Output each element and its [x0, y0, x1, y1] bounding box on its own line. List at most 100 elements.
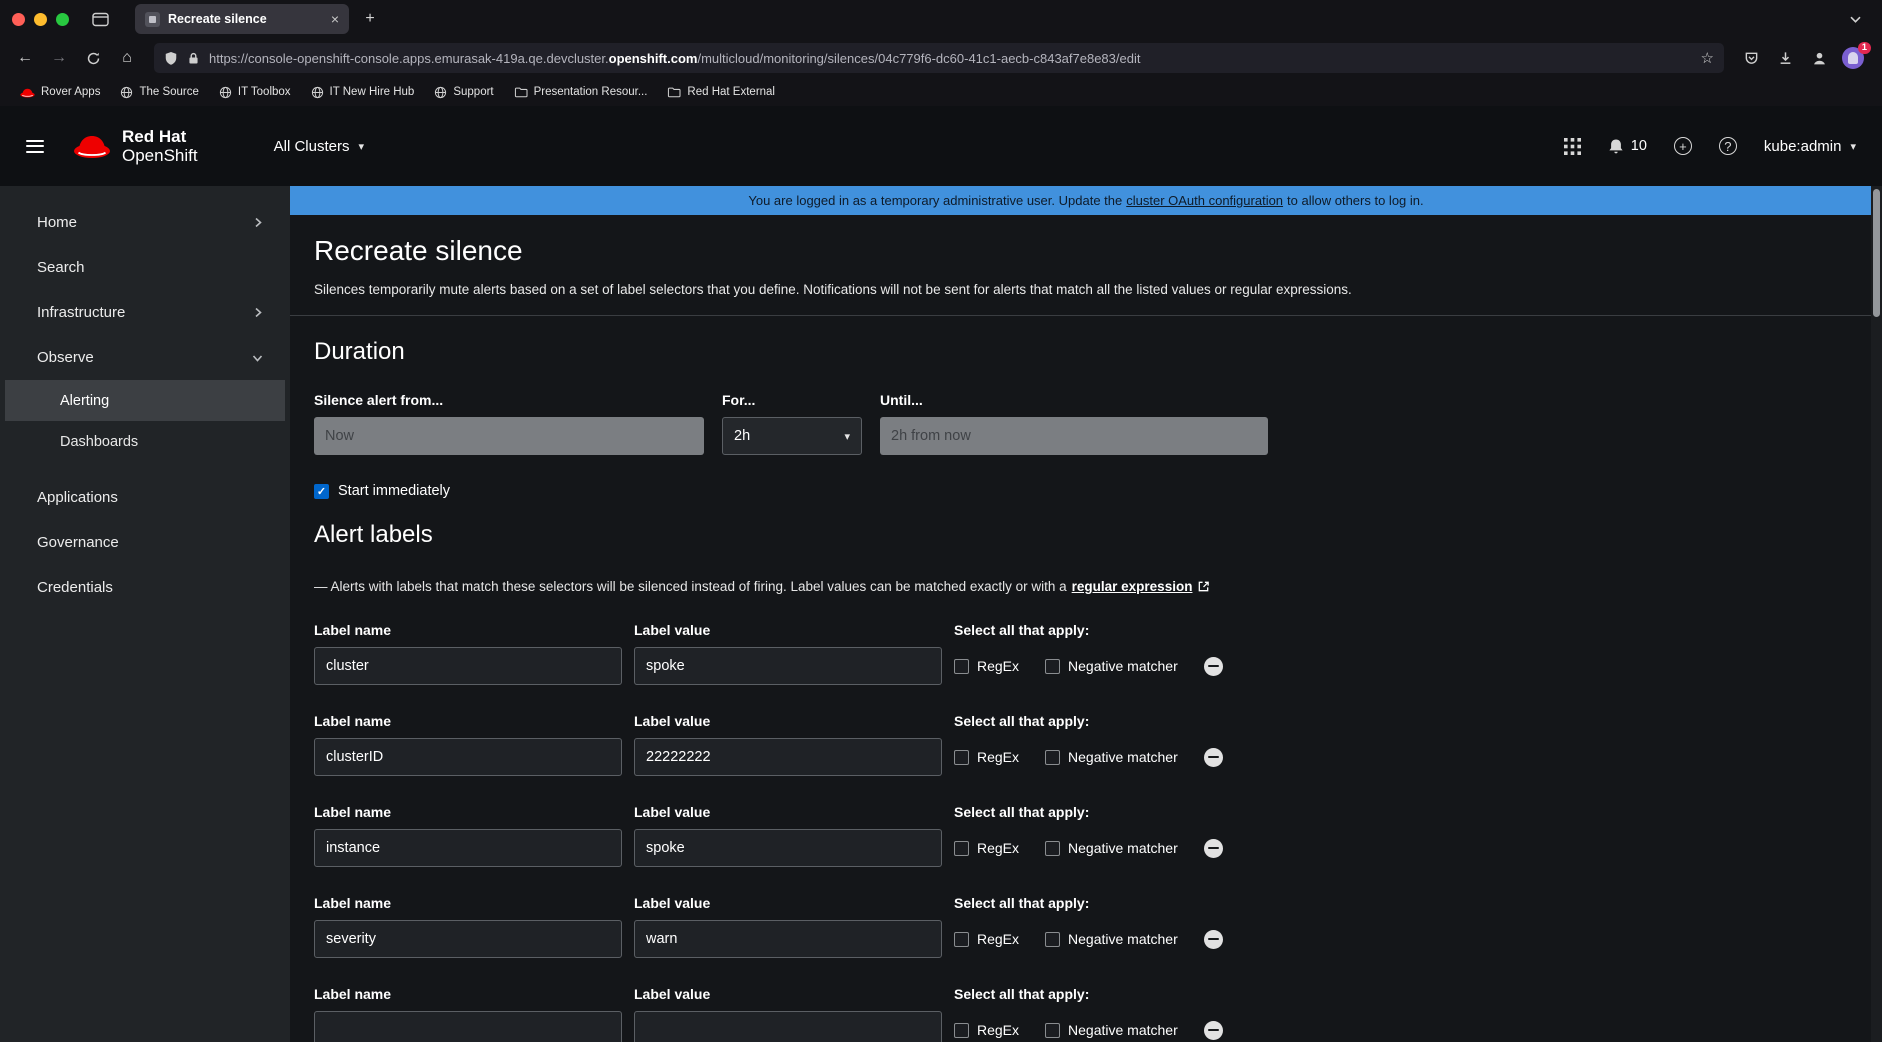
- start-immediately-checkbox[interactable]: ✓: [314, 484, 329, 499]
- bookmark-item[interactable]: Presentation Resour...: [506, 83, 656, 101]
- new-tab-button[interactable]: +: [355, 4, 385, 34]
- alert-labels-heading: Alert labels: [314, 521, 1858, 549]
- negative-matcher-checkbox[interactable]: [1045, 750, 1060, 765]
- bookmark-star-icon[interactable]: ☆: [1701, 49, 1714, 67]
- sidebar-item-label: Dashboards: [60, 434, 138, 450]
- regex-checkbox[interactable]: [954, 841, 969, 856]
- regular-expression-link[interactable]: regular expression: [1072, 579, 1193, 594]
- content-scrollbar[interactable]: [1871, 186, 1882, 1042]
- label-value-input[interactable]: [634, 647, 942, 685]
- regex-checkbox[interactable]: [954, 750, 969, 765]
- negative-matcher-option[interactable]: Negative matcher: [1045, 1022, 1178, 1038]
- bookmark-item[interactable]: IT New Hire Hub: [303, 83, 423, 102]
- app-launcher-icon[interactable]: [1564, 138, 1581, 155]
- label-name-input[interactable]: [314, 920, 622, 958]
- sidebar-item-search[interactable]: Search: [0, 245, 290, 290]
- regex-checkbox[interactable]: [954, 932, 969, 947]
- account-icon[interactable]: [1804, 43, 1834, 73]
- cluster-selector[interactable]: All Clusters ▾: [274, 138, 364, 155]
- label-name-input[interactable]: [314, 647, 622, 685]
- window-zoom-button[interactable]: [56, 13, 69, 26]
- negative-matcher-checkbox[interactable]: [1045, 932, 1060, 947]
- scrollbar-thumb[interactable]: [1873, 189, 1880, 317]
- sidebar-item-home[interactable]: Home: [0, 200, 290, 245]
- back-button[interactable]: ←: [10, 43, 40, 73]
- help-button[interactable]: ?: [1719, 137, 1737, 155]
- remove-label-button[interactable]: [1204, 1021, 1223, 1040]
- import-yaml-button[interactable]: +: [1674, 137, 1692, 155]
- home-button[interactable]: ⌂: [112, 43, 142, 73]
- nav-toggle-icon[interactable]: [26, 140, 44, 153]
- remove-label-button[interactable]: [1204, 657, 1223, 676]
- regex-option[interactable]: RegEx: [954, 931, 1019, 947]
- sidebar-item-applications[interactable]: Applications: [0, 475, 290, 520]
- matcher-options: Select all that apply: RegEx Negative ma…: [954, 895, 1858, 958]
- globe-icon: [120, 86, 133, 99]
- bookmark-item[interactable]: The Source: [112, 83, 206, 102]
- pocket-icon[interactable]: [1736, 43, 1766, 73]
- sidebar-item-governance[interactable]: Governance: [0, 520, 290, 565]
- forward-button[interactable]: →: [44, 43, 74, 73]
- regex-label: RegEx: [977, 1022, 1019, 1038]
- bookmark-item[interactable]: Support: [426, 83, 501, 102]
- browser-tab[interactable]: Recreate silence ×: [135, 4, 349, 34]
- downloads-icon[interactable]: [1770, 43, 1800, 73]
- negative-matcher-checkbox[interactable]: [1045, 841, 1060, 856]
- regex-option[interactable]: RegEx: [954, 749, 1019, 765]
- remove-label-button[interactable]: [1204, 748, 1223, 767]
- select-all-header: Select all that apply:: [954, 895, 1858, 911]
- alert-label-row: Label name Label value Select all that a…: [314, 622, 1858, 685]
- label-name-input[interactable]: [314, 738, 622, 776]
- remove-label-button[interactable]: [1204, 930, 1223, 949]
- regex-option[interactable]: RegEx: [954, 1022, 1019, 1038]
- silence-for-select[interactable]: 2h ▾: [722, 417, 862, 455]
- oauth-config-link[interactable]: cluster OAuth configuration: [1126, 193, 1283, 208]
- sidebar-item-alerting[interactable]: Alerting: [5, 380, 285, 421]
- question-circle-icon: ?: [1719, 137, 1737, 155]
- regex-option[interactable]: RegEx: [954, 658, 1019, 674]
- user-name: kube:admin: [1764, 138, 1842, 155]
- label-value-input[interactable]: [634, 738, 942, 776]
- bookmark-item[interactable]: Red Hat External: [659, 83, 783, 101]
- negative-matcher-option[interactable]: Negative matcher: [1045, 749, 1178, 765]
- reload-button[interactable]: [78, 43, 108, 73]
- silence-from-input[interactable]: [314, 417, 704, 455]
- label-name-input[interactable]: [314, 1011, 622, 1042]
- label-value-input[interactable]: [634, 1011, 942, 1042]
- window-close-button[interactable]: [12, 13, 25, 26]
- label-name-input[interactable]: [314, 829, 622, 867]
- negative-matcher-checkbox[interactable]: [1045, 659, 1060, 674]
- remove-label-button[interactable]: [1204, 839, 1223, 858]
- user-menu[interactable]: kube:admin ▾: [1764, 138, 1856, 155]
- notifications-button[interactable]: 10: [1608, 138, 1647, 155]
- lock-icon[interactable]: [187, 51, 200, 66]
- negative-matcher-option[interactable]: Negative matcher: [1045, 931, 1178, 947]
- regex-checkbox[interactable]: [954, 1023, 969, 1038]
- sidebar-item-observe[interactable]: Observe: [0, 335, 290, 380]
- tab-list-chevron-icon[interactable]: [1840, 4, 1870, 34]
- tracking-shield-icon[interactable]: [164, 51, 178, 66]
- tab-close-icon[interactable]: ×: [331, 11, 339, 27]
- negative-matcher-option[interactable]: Negative matcher: [1045, 840, 1178, 856]
- url-text: https://console-openshift-console.apps.e…: [209, 51, 1692, 66]
- bookmark-item[interactable]: Rover Apps: [12, 83, 108, 101]
- sidebar-item-infrastructure[interactable]: Infrastructure: [0, 290, 290, 335]
- brand-logo: Red Hat OpenShift: [72, 127, 198, 165]
- regex-option[interactable]: RegEx: [954, 840, 1019, 856]
- label-value-header: Label value: [634, 804, 942, 820]
- negative-matcher-checkbox[interactable]: [1045, 1023, 1060, 1038]
- window-minimize-button[interactable]: [34, 13, 47, 26]
- profile-avatar[interactable]: 1: [1842, 47, 1864, 69]
- firefox-view-icon[interactable]: [85, 4, 115, 34]
- negative-matcher-option[interactable]: Negative matcher: [1045, 658, 1178, 674]
- sidebar-item-dashboards[interactable]: Dashboards: [5, 421, 285, 462]
- regex-checkbox[interactable]: [954, 659, 969, 674]
- label-value-input[interactable]: [634, 920, 942, 958]
- sidebar-item-credentials[interactable]: Credentials: [0, 565, 290, 610]
- bookmark-item[interactable]: IT Toolbox: [211, 83, 299, 102]
- silence-until-input[interactable]: [880, 417, 1268, 455]
- tab-favicon-icon: [145, 12, 160, 27]
- label-value-input[interactable]: [634, 829, 942, 867]
- start-immediately-option[interactable]: ✓ Start immediately: [314, 483, 1858, 499]
- url-bar[interactable]: https://console-openshift-console.apps.e…: [154, 43, 1724, 73]
